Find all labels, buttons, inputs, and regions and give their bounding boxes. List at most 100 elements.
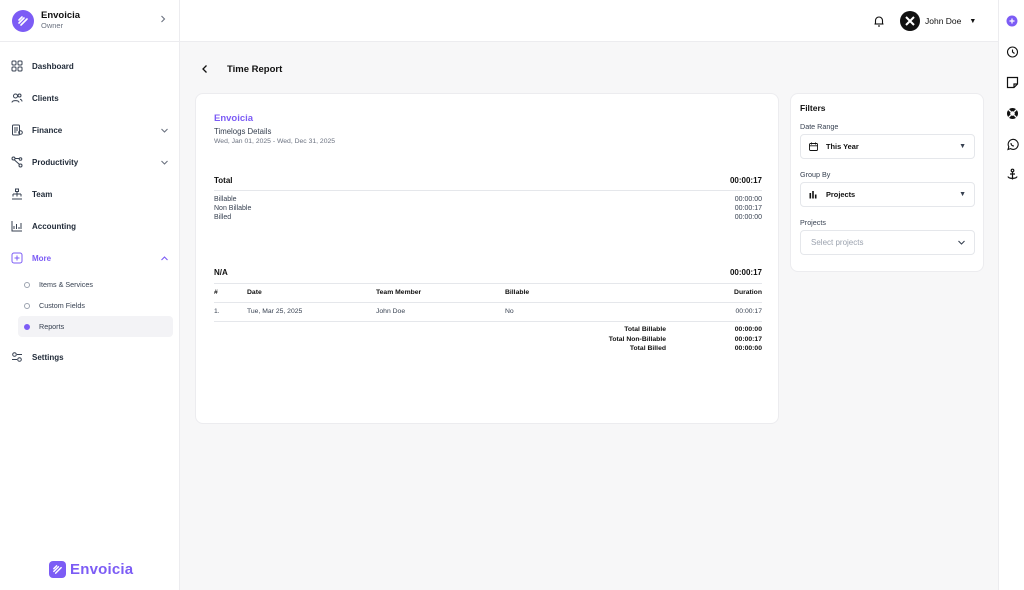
chevron-down-icon[interactable] xyxy=(159,157,169,167)
sidebar-subitem-items-services[interactable]: Items & Services xyxy=(18,274,173,295)
group-by-value: Projects xyxy=(826,190,856,199)
anchor-icon[interactable] xyxy=(1004,166,1020,182)
filters-title: Filters xyxy=(800,103,826,113)
sidebar-item-label: More xyxy=(32,253,52,263)
bullet-icon xyxy=(24,323,30,330)
chevron-down-icon[interactable] xyxy=(159,125,169,135)
totals-value: 00:00:17 xyxy=(734,336,762,343)
bell-icon[interactable] xyxy=(872,14,886,28)
sidebar-item-label: Dashboard xyxy=(32,61,74,71)
caret-down-icon: ▼ xyxy=(969,17,977,25)
divider xyxy=(214,190,762,191)
grid-icon xyxy=(11,60,23,72)
group-value: 00:00:17 xyxy=(729,268,762,277)
filters-panel: Filters Date Range This Year ▼ Group By … xyxy=(790,93,984,272)
envoicia-logo-icon xyxy=(12,9,34,32)
projects-placeholder: Select projects xyxy=(811,238,864,247)
report-date-range: Wed, Jan 01, 2025 - Wed, Dec 31, 2025 xyxy=(214,138,336,145)
page-title: Time Report xyxy=(227,63,283,75)
sidebar-item-label: Team xyxy=(32,189,53,199)
chevron-up-icon[interactable] xyxy=(159,253,169,263)
breakdown-row: Billable 00:00:00 xyxy=(214,196,762,203)
page-header: Time Report xyxy=(198,62,282,76)
time-report-card: Envoicia Timelogs Details Wed, Jan 01, 2… xyxy=(195,93,779,424)
chevron-down-icon xyxy=(957,234,966,252)
caret-down-icon: ▼ xyxy=(959,143,966,150)
totals-label: Total Non-Billable xyxy=(608,336,666,343)
bullet-icon xyxy=(24,281,30,288)
sidebar-item-settings[interactable]: Settings xyxy=(0,341,179,373)
sidebar-item-dashboard[interactable]: Dashboard xyxy=(0,50,179,82)
topbar: John Doe ▼ xyxy=(180,0,998,42)
sidebar-subitem-label: Reports xyxy=(39,322,65,331)
report-subtitle: Timelogs Details xyxy=(214,127,272,136)
breakdown-row: Billed 00:00:00 xyxy=(214,214,762,221)
whatsapp-icon[interactable] xyxy=(1004,136,1020,152)
totals-value: 00:00:00 xyxy=(734,345,762,352)
column-header: Team Member xyxy=(376,289,422,296)
user-menu[interactable]: John Doe ▼ xyxy=(900,11,976,31)
table-cell: John Doe xyxy=(376,308,406,315)
total-summary-row: Total 00:00:17 xyxy=(214,176,762,185)
sidebar-item-productivity[interactable]: Productivity xyxy=(0,146,179,178)
note-icon[interactable] xyxy=(1004,74,1020,90)
table-cell: 1. xyxy=(214,308,220,315)
totals-label: Total Billed xyxy=(629,345,666,352)
brand-name: Envoicia xyxy=(70,561,134,578)
breakdown-value: 00:00:00 xyxy=(734,196,762,203)
group-by-label: Group By xyxy=(800,170,831,179)
sidebar-nav: Dashboard Clients Finance Productivity T… xyxy=(0,42,179,373)
org-name: Envoicia xyxy=(41,10,81,21)
sidebar-item-label: Productivity xyxy=(32,157,79,167)
group-summary-row: N/A 00:00:17 xyxy=(214,268,762,277)
org-switcher[interactable]: Envoicia Owner xyxy=(0,0,179,42)
sidebar-item-team[interactable]: Team xyxy=(0,178,179,210)
caret-down-icon: ▼ xyxy=(959,191,966,198)
projects-label: Projects xyxy=(800,218,826,227)
date-range-select[interactable]: This Year ▼ xyxy=(800,134,975,159)
add-icon[interactable] xyxy=(1004,13,1020,29)
breakdown-value: 00:00:00 xyxy=(734,214,762,221)
totals-label: Total Billable xyxy=(624,326,666,333)
brand-logo: Envoicia xyxy=(49,561,133,578)
sidebar-item-label: Finance xyxy=(32,125,63,135)
divider xyxy=(214,283,762,284)
avatar xyxy=(900,11,920,31)
sidebar-item-more[interactable]: More xyxy=(0,242,179,274)
timer-icon[interactable] xyxy=(1004,43,1020,59)
breakdown-label: Non Billable xyxy=(214,205,252,212)
workflow-icon xyxy=(11,156,23,168)
sidebar-item-clients[interactable]: Clients xyxy=(0,82,179,114)
totals-value: 00:00:00 xyxy=(734,326,762,333)
column-header: Date xyxy=(247,289,262,296)
sidebar-item-label: Accounting xyxy=(32,221,76,231)
report-company: Envoicia xyxy=(214,113,254,124)
table-cell: Tue, Mar 25, 2025 xyxy=(247,308,303,315)
group-label: N/A xyxy=(214,268,228,277)
chart-icon xyxy=(11,220,23,232)
date-range-label: Date Range xyxy=(800,122,839,131)
sidebar-subitem-reports[interactable]: Reports xyxy=(18,316,173,337)
org-role: Owner xyxy=(41,21,64,30)
table-cell: 00:00:17 xyxy=(735,308,762,315)
date-range-value: This Year xyxy=(826,142,859,151)
total-label: Total xyxy=(214,176,233,185)
sidebar: Envoicia Owner Dashboard Clients Finance xyxy=(0,0,180,590)
sidebar-item-accounting[interactable]: Accounting xyxy=(0,210,179,242)
bar-chart-icon xyxy=(809,190,818,199)
sidebar-item-label: Settings xyxy=(32,352,64,362)
bullet-icon xyxy=(24,302,30,309)
breakdown-label: Billed xyxy=(214,214,232,221)
breakdown-label: Billable xyxy=(214,196,237,203)
lifebuoy-icon[interactable] xyxy=(1004,105,1020,121)
back-arrow-icon[interactable] xyxy=(198,62,212,76)
sidebar-item-finance[interactable]: Finance xyxy=(0,114,179,146)
receipt-icon xyxy=(11,124,23,136)
projects-select[interactable]: Select projects xyxy=(800,230,975,255)
sidebar-subitem-label: Custom Fields xyxy=(39,301,85,310)
group-by-select[interactable]: Projects ▼ xyxy=(800,182,975,207)
total-value: 00:00:17 xyxy=(729,176,762,185)
sidebar-subitem-custom-fields[interactable]: Custom Fields xyxy=(18,295,173,316)
table-cell: No xyxy=(505,308,514,315)
chevron-right-icon[interactable] xyxy=(159,15,167,26)
